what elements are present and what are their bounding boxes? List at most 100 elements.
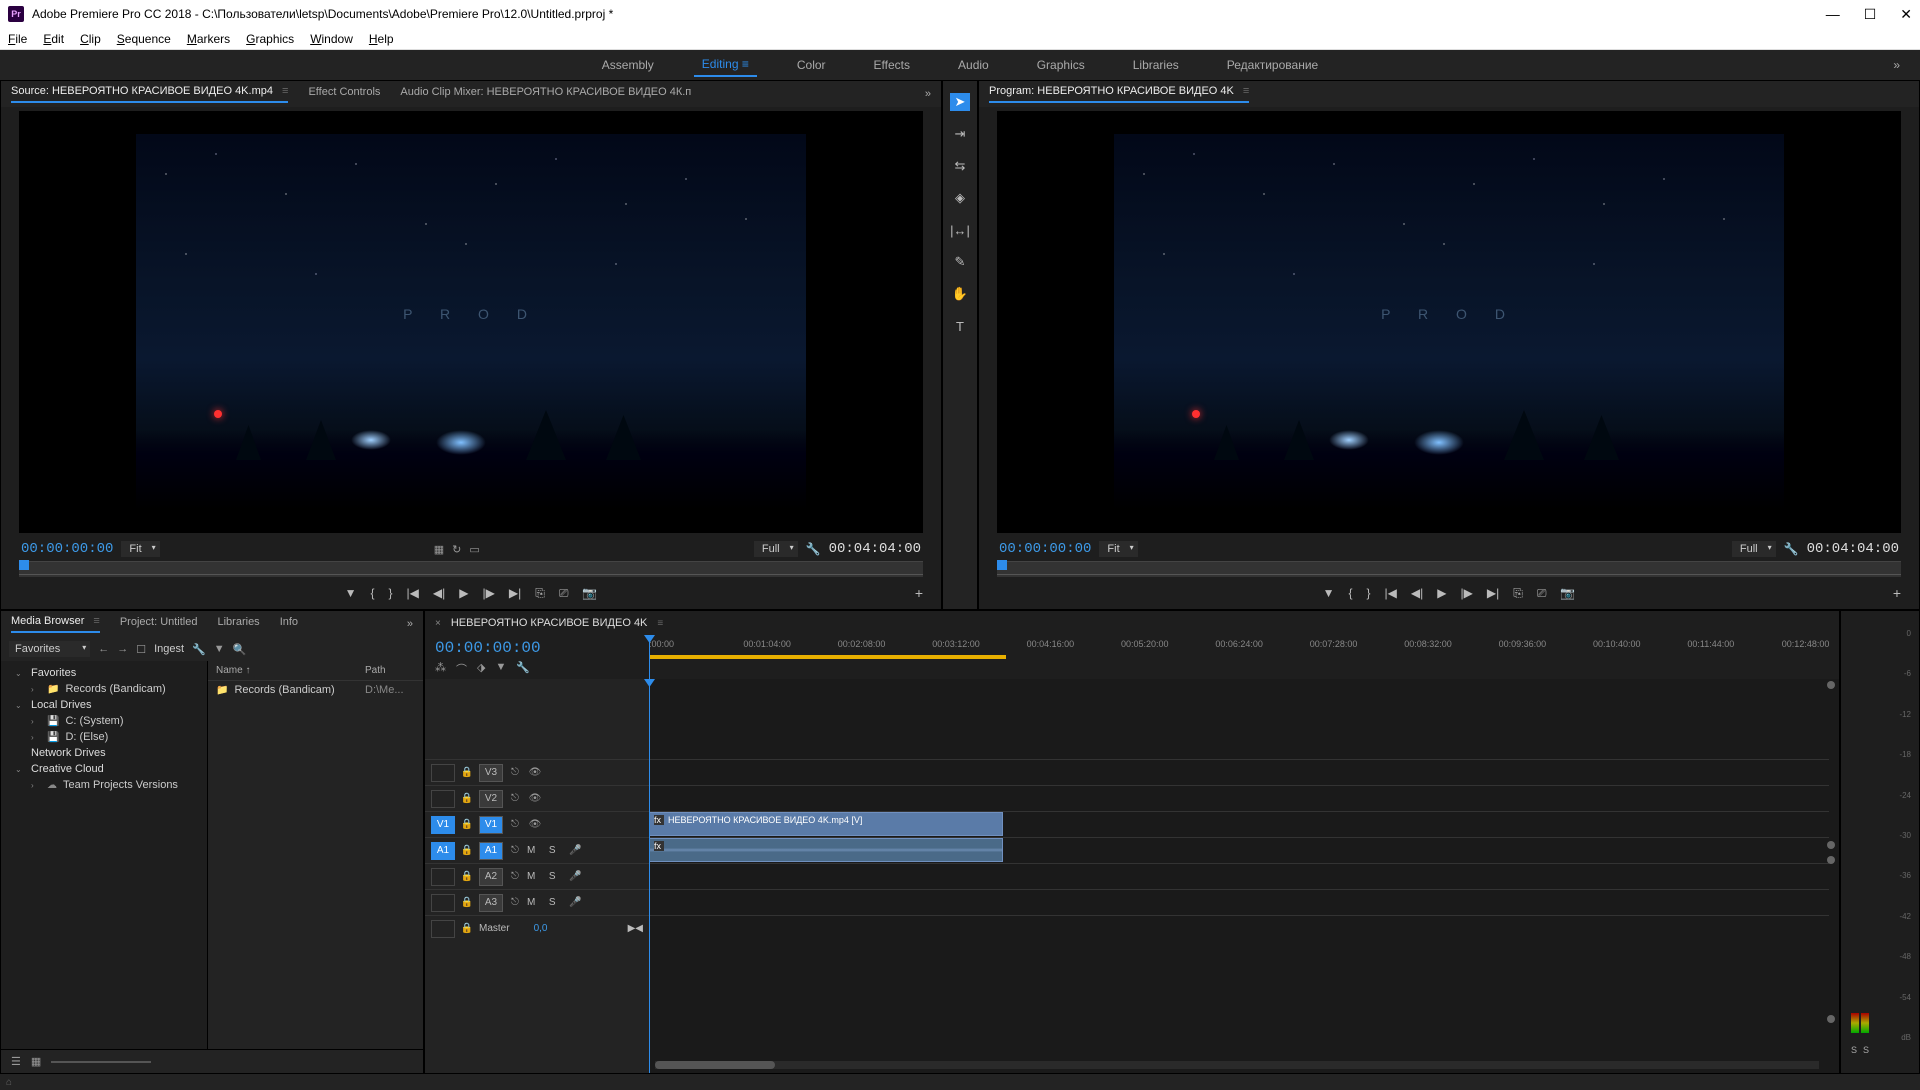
work-area-bar[interactable] [649, 655, 1006, 659]
track-select-tool-icon[interactable]: ⇥ [950, 125, 970, 143]
menu-help[interactable]: Help [369, 32, 394, 46]
go-to-in-icon[interactable]: |◀ [1385, 586, 1397, 600]
source-viewer[interactable]: P R O D [19, 111, 923, 533]
workspace-editing[interactable]: Editing ≡ [694, 53, 757, 77]
track-a3[interactable]: 🔒A3⎋M S 🎤 [425, 889, 649, 915]
in-point-icon[interactable]: { [371, 586, 375, 600]
solo-left[interactable]: S [1851, 1045, 1857, 1055]
out-point-icon[interactable]: } [389, 586, 393, 600]
tab-info[interactable]: Info [280, 616, 298, 632]
list-view-icon[interactable]: ☰ [11, 1055, 21, 1068]
back-icon[interactable]: ← [98, 643, 109, 655]
track-a1[interactable]: A1🔒A1⎋M S 🎤 [425, 837, 649, 863]
insert-icon[interactable]: ⎘ [535, 586, 545, 601]
timeline-track-area[interactable]: fxНЕВЕРОЯТНО КРАСИВОЕ ВИДЕО 4K.mp4 [V] f… [649, 679, 1839, 1073]
go-to-out-icon[interactable]: ▶| [509, 586, 521, 600]
program-quality-dropdown[interactable]: Full [1732, 541, 1776, 557]
list-header-path[interactable]: Path [365, 665, 415, 676]
forward-icon[interactable]: → [117, 643, 128, 655]
step-back-icon[interactable]: ◀| [433, 586, 445, 600]
menu-markers[interactable]: Markers [187, 32, 230, 46]
workspace-audio[interactable]: Audio [950, 54, 997, 76]
tab-project[interactable]: Project: Untitled [120, 616, 198, 632]
tree-drive-d[interactable]: ›💾D: (Else) [1, 729, 207, 745]
track-v2[interactable]: 🔒V2⎋👁 [425, 785, 649, 811]
tree-records[interactable]: ›📁Records (Bandicam) [1, 681, 207, 697]
overwrite-icon[interactable]: ⎚ [559, 586, 569, 601]
button-editor-icon[interactable]: + [1893, 585, 1901, 601]
go-to-out-icon[interactable]: ▶| [1487, 586, 1499, 600]
track-master[interactable]: 🔒Master0,0▶◀ [425, 915, 649, 941]
lift-icon[interactable]: ⎘ [1513, 586, 1523, 601]
slip-tool-icon[interactable]: |↔| [950, 221, 970, 239]
tree-favorites[interactable]: ⌄Favorites [1, 665, 207, 681]
program-scrubber[interactable] [997, 561, 1901, 577]
button-editor-icon[interactable]: + [915, 585, 923, 601]
list-header-name[interactable]: Name ↑ [216, 665, 365, 676]
program-zoom-dropdown[interactable]: Fit [1099, 541, 1137, 557]
ingest-checkbox[interactable]: ☐ [136, 643, 146, 656]
tree-network[interactable]: Network Drives [1, 745, 207, 761]
tab-program[interactable]: Program: НЕВЕРОЯТНО КРАСИВОЕ ВИДЕО 4K ≡ [989, 85, 1249, 103]
sequence-name[interactable]: НЕВЕРОЯТНО КРАСИВОЕ ВИДЕО 4K [451, 617, 648, 629]
settings-icon[interactable]: ▼ [495, 661, 506, 677]
tab-audio-mixer[interactable]: Audio Clip Mixer: НЕВЕРОЯТНО КРАСИВОЕ ВИ… [400, 86, 691, 102]
source-settings-icon[interactable]: ▦ [434, 543, 444, 556]
type-tool-icon[interactable]: T [950, 317, 970, 335]
tree-drive-c[interactable]: ›💾C: (System) [1, 713, 207, 729]
step-forward-icon[interactable]: |▶ [1460, 586, 1472, 600]
workspace-libraries[interactable]: Libraries [1125, 54, 1187, 76]
sequence-close-icon[interactable]: × [435, 618, 441, 629]
program-timecode-in[interactable]: 00:00:00:00 [999, 541, 1091, 557]
step-forward-icon[interactable]: |▶ [482, 586, 494, 600]
play-icon[interactable]: ▶ [1437, 586, 1446, 600]
marker-icon[interactable]: ▼ [345, 586, 357, 600]
program-wrench-icon[interactable]: 🔧 [1784, 542, 1799, 556]
timeline-timecode[interactable]: 00:00:00:00 [435, 639, 639, 657]
solo-right[interactable]: S [1863, 1045, 1869, 1055]
track-a2[interactable]: 🔒A2⎋M S 🎤 [425, 863, 649, 889]
timeline-scrollbar[interactable] [655, 1061, 1819, 1069]
filter-icon[interactable]: ▼ [214, 643, 225, 655]
workspace-graphics[interactable]: Graphics [1029, 54, 1093, 76]
program-viewer[interactable]: P R O D [997, 111, 1901, 533]
extract-icon[interactable]: ⎚ [1537, 586, 1547, 601]
video-clip[interactable]: fxНЕВЕРОЯТНО КРАСИВОЕ ВИДЕО 4K.mp4 [V] [649, 812, 1003, 836]
home-icon[interactable]: ⌂ [6, 1077, 12, 1088]
wrench-icon[interactable]: 🔧 [192, 643, 206, 656]
go-to-in-icon[interactable]: |◀ [407, 586, 419, 600]
list-item[interactable]: 📁 Records (Bandicam) D:\Me... [208, 681, 423, 699]
in-point-icon[interactable]: { [1349, 586, 1353, 600]
source-zoom-dropdown[interactable]: Fit [121, 541, 159, 557]
thumb-view-icon[interactable]: ▦ [31, 1055, 41, 1068]
source-wrench-icon[interactable]: 🔧 [806, 542, 821, 556]
workspace-custom[interactable]: Редактирование [1219, 54, 1326, 76]
tab-libraries[interactable]: Libraries [218, 616, 260, 632]
linked-selection-icon[interactable]: ⌒ [456, 661, 467, 677]
maximize-icon[interactable]: ☐ [1864, 6, 1877, 23]
selection-tool-icon[interactable]: ➤ [950, 93, 970, 111]
search-icon[interactable]: 🔍 [233, 643, 247, 656]
source-scrubber[interactable] [19, 561, 923, 577]
panel-overflow-icon[interactable]: » [407, 618, 413, 630]
panel-overflow-icon[interactable]: » [925, 88, 931, 100]
audio-clip[interactable]: fx [649, 838, 1003, 862]
menu-file[interactable]: File [8, 32, 27, 46]
snap-icon[interactable]: ⁂ [435, 661, 446, 677]
export-frame-icon[interactable]: 📷 [1560, 586, 1575, 600]
tree-team-projects[interactable]: ›☁Team Projects Versions [1, 777, 207, 793]
timeline-ruler[interactable]: :00:00 00:01:04:00 00:02:08:00 00:03:12:… [649, 635, 1839, 679]
razor-tool-icon[interactable]: ◈ [950, 189, 970, 207]
tab-source[interactable]: Source: НЕВЕРОЯТНО КРАСИВОЕ ВИДЕО 4K.mp4… [11, 85, 288, 103]
menu-graphics[interactable]: Graphics [246, 32, 294, 46]
minimize-icon[interactable]: — [1826, 6, 1840, 23]
pen-tool-icon[interactable]: ✎ [950, 253, 970, 271]
workspace-effects[interactable]: Effects [866, 54, 918, 76]
close-icon[interactable]: ✕ [1900, 6, 1912, 23]
source-overlay-icon[interactable]: ▭ [469, 543, 479, 556]
export-frame-icon[interactable]: 📷 [582, 586, 597, 600]
workspace-color[interactable]: Color [789, 54, 834, 76]
source-quality-dropdown[interactable]: Full [754, 541, 798, 557]
marker-add-icon[interactable]: ⬗ [477, 661, 485, 677]
sequence-menu-icon[interactable]: ≡ [657, 618, 663, 629]
